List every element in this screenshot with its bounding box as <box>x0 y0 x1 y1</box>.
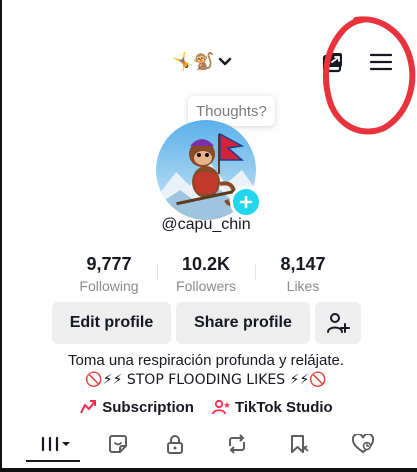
profile-links: Subscription TikTok Studio <box>0 396 412 418</box>
chevron-down-icon <box>219 57 232 66</box>
bio-line-2: 🚫⚡⚡ STOP FLOODING LIKES ⚡⚡🚫 <box>85 372 327 388</box>
plus-icon <box>239 195 253 209</box>
stat-followers[interactable]: 10.2K Followers <box>156 253 256 294</box>
edit-profile-label: Edit profile <box>69 314 154 331</box>
profile-tabs <box>12 426 408 462</box>
sticker-icon <box>109 435 127 453</box>
studio-icon <box>212 399 230 415</box>
tab-reposts[interactable] <box>217 426 257 462</box>
thoughts-label: Thoughts? <box>196 102 267 120</box>
hamburger-menu-icon[interactable] <box>368 50 394 74</box>
tab-favorites[interactable] <box>280 426 320 462</box>
stat-label: Following <box>79 278 139 294</box>
subscription-label: Subscription <box>102 398 194 416</box>
stat-following[interactable]: 9,777 Following <box>59 253 159 294</box>
subscription-link[interactable]: Subscription <box>79 396 194 418</box>
stat-likes[interactable]: 8,147 Likes <box>253 253 353 294</box>
add-friend-icon <box>327 313 350 333</box>
active-tab-underline <box>26 460 80 462</box>
share-profile-icon[interactable] <box>320 49 346 75</box>
frame-edge-bottom <box>0 468 417 472</box>
red-circle-annotation <box>322 16 416 135</box>
tab-liked[interactable] <box>343 426 383 462</box>
tiktok-studio-link[interactable]: TikTok Studio <box>212 396 333 418</box>
share-profile-button[interactable]: Share profile <box>176 302 310 344</box>
add-friend-button[interactable] <box>315 302 361 344</box>
stat-value: 9,777 <box>86 254 132 274</box>
stat-label: Likes <box>286 278 320 294</box>
account-name: 🤸🐒 <box>172 52 215 72</box>
lock-icon <box>167 435 183 454</box>
stat-value: 8,147 <box>280 254 326 274</box>
tab-stickers[interactable] <box>98 426 138 462</box>
username: @capu_chin <box>0 216 412 234</box>
username-text: @capu_chin <box>161 216 251 233</box>
tab-videos[interactable] <box>34 426 78 462</box>
liked-icon <box>352 434 374 454</box>
tab-private[interactable] <box>155 426 195 462</box>
edit-profile-button[interactable]: Edit profile <box>52 302 171 344</box>
add-avatar-button[interactable] <box>230 186 262 218</box>
favorites-icon <box>291 435 309 453</box>
repost-icon <box>229 434 245 454</box>
subscription-icon <box>80 400 97 414</box>
videos-grid-icon <box>41 436 70 452</box>
bio-line-1: Toma una respiración profunda y relájate… <box>68 352 344 369</box>
account-switcher[interactable]: 🤸🐒 <box>172 50 232 74</box>
share-profile-label: Share profile <box>194 314 292 331</box>
stat-label: Followers <box>176 278 236 294</box>
stat-value: 10.2K <box>181 254 231 274</box>
studio-label: TikTok Studio <box>234 398 333 416</box>
